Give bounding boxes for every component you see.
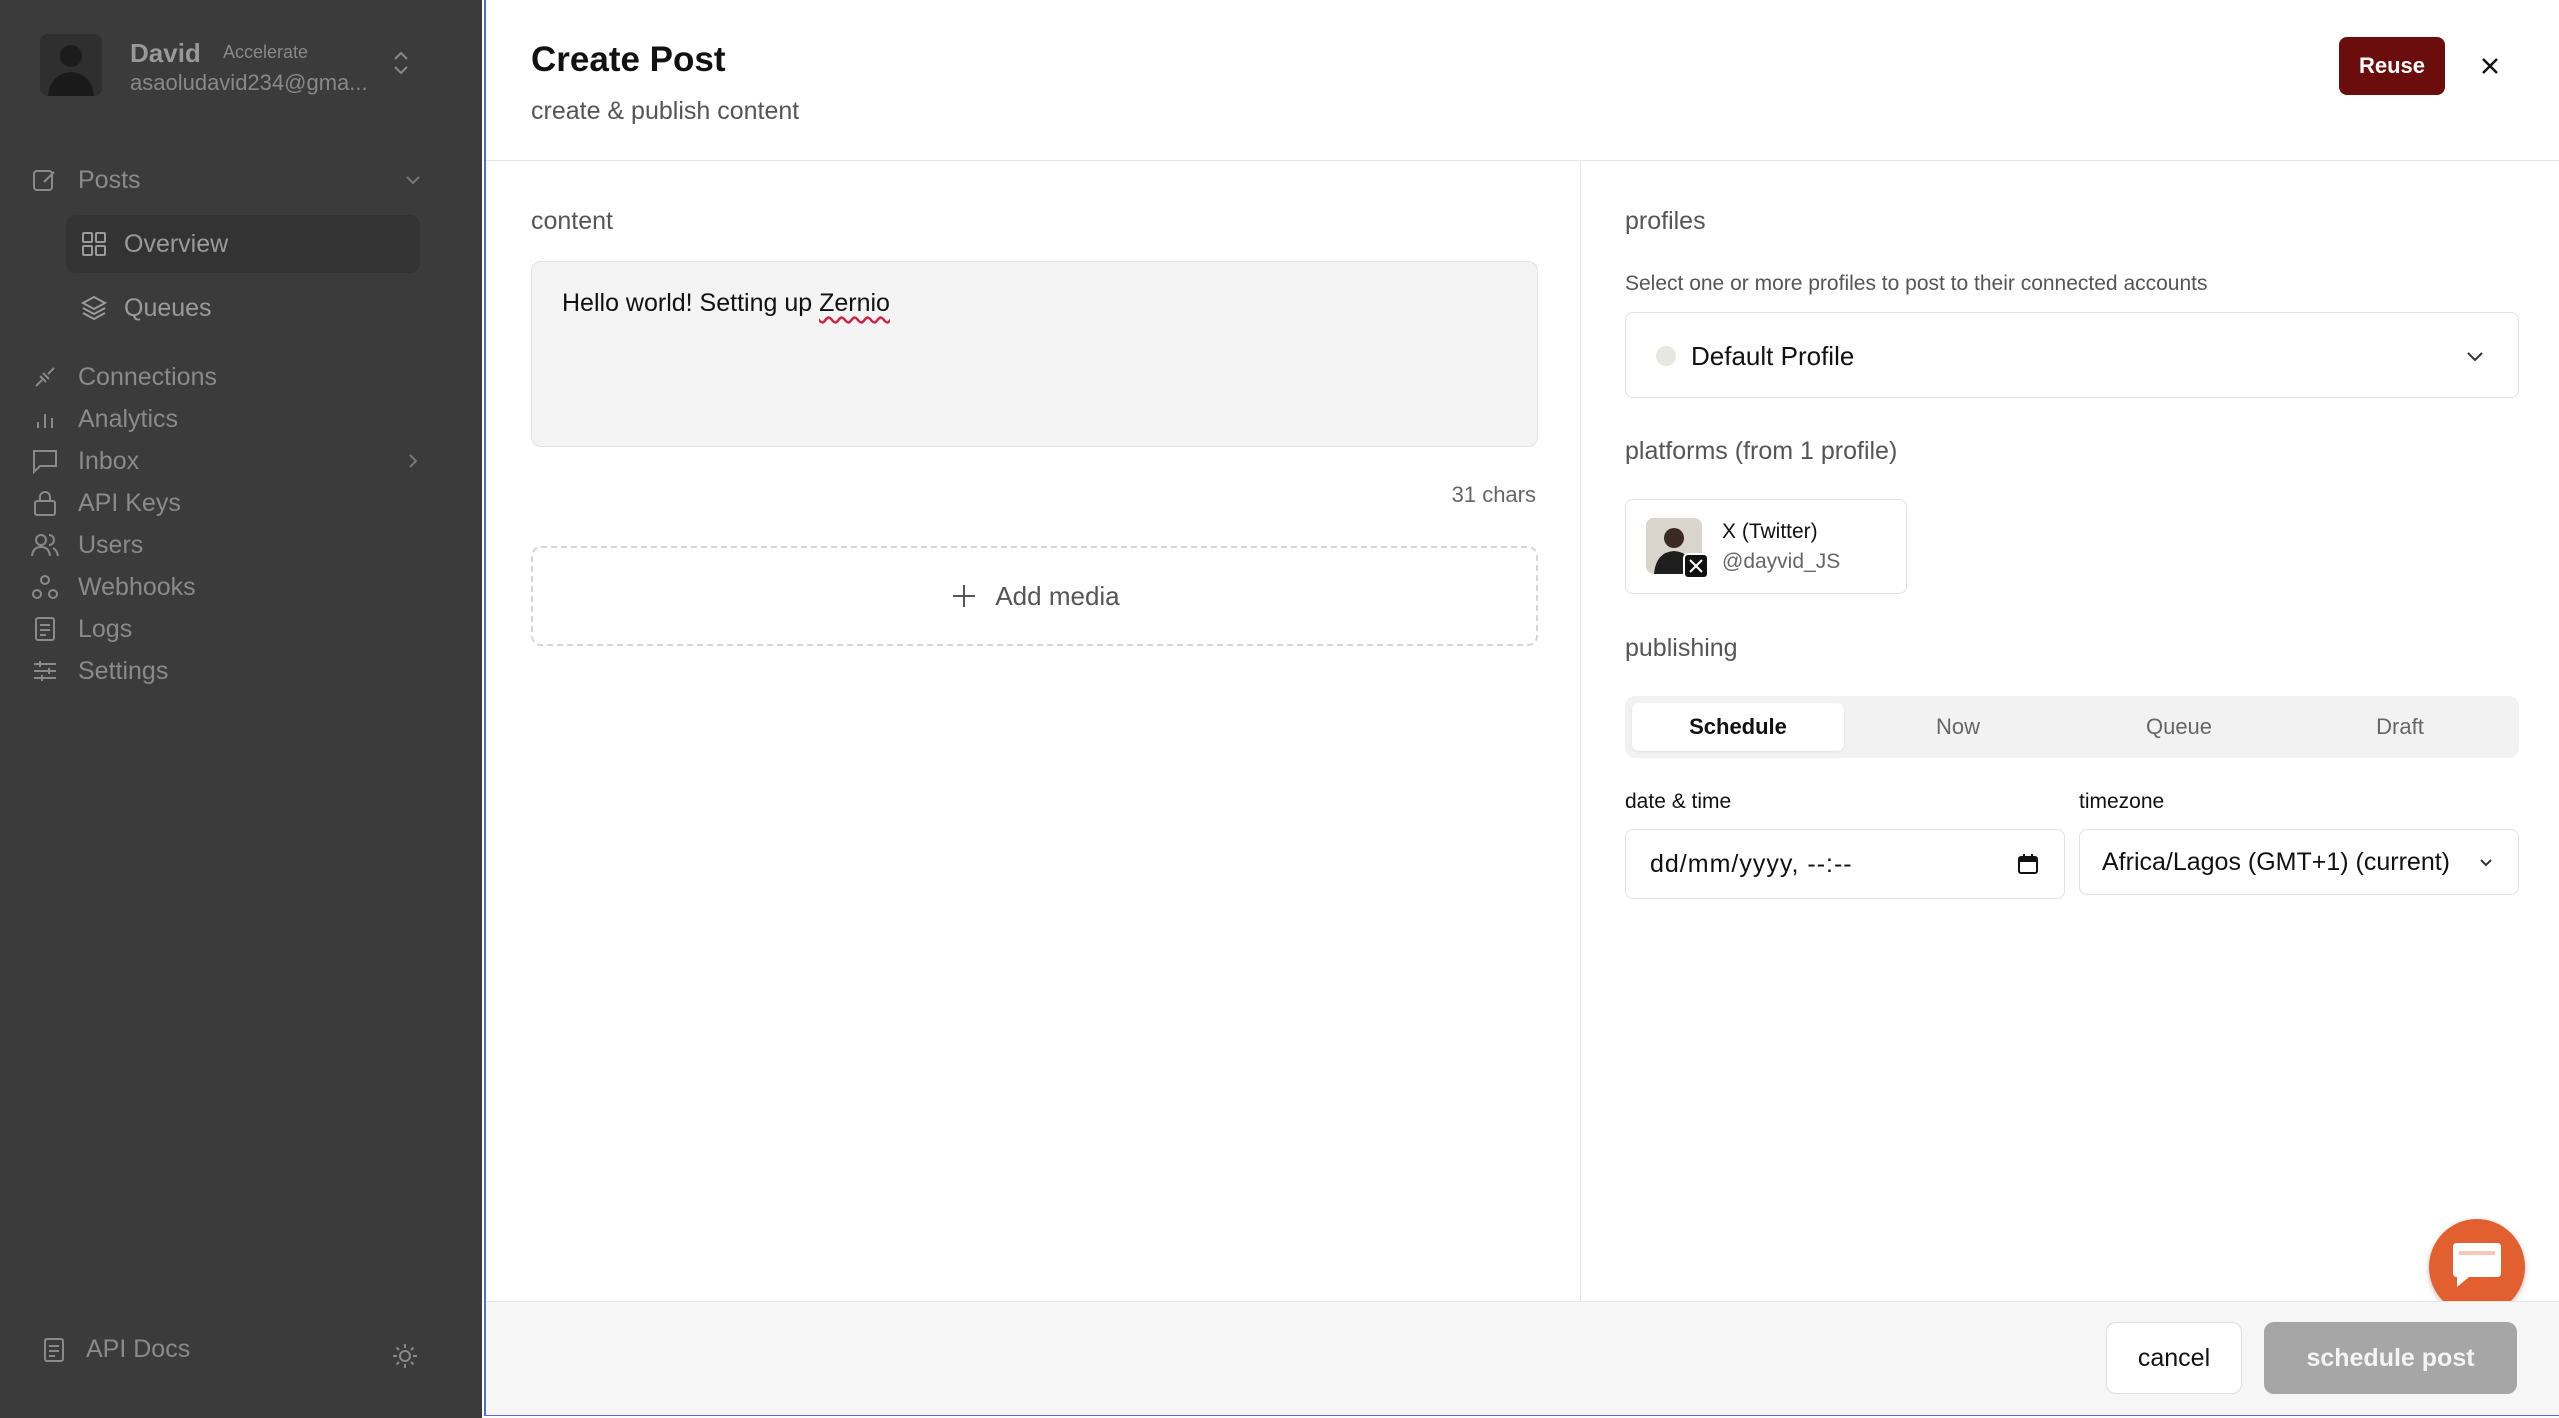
sidebar-item-label: Inbox	[78, 446, 140, 475]
sidebar-item-connections[interactable]: Connections	[30, 355, 217, 399]
file-text-icon	[35, 617, 55, 641]
chat-icon	[2453, 1243, 2501, 1287]
edit-icon	[33, 170, 55, 191]
chevron-down-icon	[2467, 352, 2483, 362]
plus-icon	[953, 585, 976, 607]
users-icon	[31, 534, 59, 557]
sliders-icon	[34, 661, 56, 681]
publishing-label: publishing	[1625, 634, 1738, 662]
char-count: 31 chars	[1451, 482, 1536, 507]
sidebar-item-label: Posts	[78, 165, 141, 194]
x-logo-icon	[1683, 553, 1709, 579]
platform-handle: @dayvid_JS	[1722, 550, 1841, 573]
column-divider	[1580, 161, 1581, 1301]
content-textarea[interactable]: Hello world! Setting up Zernio	[531, 261, 1538, 447]
content-label: content	[531, 207, 614, 235]
api-docs-label: API Docs	[86, 1335, 191, 1363]
sidebar-item-label: Webhooks	[78, 572, 196, 601]
sidebar-item-label: Queues	[124, 293, 212, 322]
tab-now[interactable]: Now	[1852, 703, 2064, 751]
timezone-select[interactable]: Africa/Lagos (GMT+1) (current)	[2079, 829, 2519, 895]
message-icon	[33, 450, 57, 475]
sidebar-item-label: Logs	[78, 614, 133, 643]
platforms-label: platforms (from 1 profile)	[1625, 437, 1898, 465]
lock-icon	[34, 491, 56, 516]
sun-icon[interactable]	[390, 1341, 420, 1371]
platform-card-x[interactable]: X (Twitter) @dayvid_JS	[1625, 499, 1907, 594]
close-icon[interactable]	[2474, 50, 2506, 82]
plug-icon	[35, 367, 55, 387]
add-media-label: Add media	[995, 580, 1120, 611]
sidebar-item-label: Overview	[124, 229, 229, 258]
header-divider	[486, 160, 2559, 161]
profile-color-dot	[1656, 346, 1676, 366]
profile-select[interactable]: Default Profile	[1625, 312, 2519, 398]
timezone-value: Africa/Lagos (GMT+1) (current)	[2102, 848, 2451, 876]
sidebar-item-inbox[interactable]: Inbox	[30, 439, 425, 483]
profile-selected-value: Default Profile	[1691, 341, 1855, 371]
reuse-button[interactable]: Reuse	[2339, 37, 2445, 95]
layers-icon	[80, 295, 108, 321]
chevron-down-icon	[406, 176, 420, 185]
profiles-hint: Select one or more profiles to post to t…	[1625, 272, 2208, 295]
sidebar-item-label: Settings	[78, 656, 169, 685]
sidebar: David Accelerate asaoludavid234@gma... P…	[0, 0, 482, 1418]
sidebar-item-posts[interactable]: Posts	[30, 158, 425, 202]
tab-schedule[interactable]: Schedule	[1632, 703, 1844, 751]
content-text-plain: Hello world! Setting up	[562, 289, 820, 317]
dialog-subtitle: create & publish content	[531, 97, 800, 125]
sidebar-item-label: Connections	[78, 362, 217, 391]
sidebar-item-logs[interactable]: Logs	[30, 607, 132, 651]
publishing-tabs: Schedule Now Queue Draft	[1625, 696, 2519, 758]
bar-chart-icon	[37, 414, 53, 428]
api-docs-link[interactable]: API Docs	[40, 1335, 190, 1364]
timezone-label: timezone	[2079, 790, 2165, 813]
webhook-icon	[32, 575, 58, 599]
user-name: David	[130, 38, 201, 68]
sidebar-item-api-keys[interactable]: API Keys	[30, 481, 181, 525]
chevron-up-down-icon	[394, 51, 408, 75]
date-time-input[interactable]: dd/mm/yyyy, --:--	[1625, 829, 2065, 899]
tab-queue[interactable]: Queue	[2073, 703, 2285, 751]
sidebar-item-webhooks[interactable]: Webhooks	[30, 565, 196, 609]
calendar-icon[interactable]	[2016, 852, 2040, 876]
platform-name: X (Twitter)	[1722, 520, 1818, 543]
user-email: asaoludavid234@gma...	[130, 70, 368, 95]
content-text: Hello world! Setting up Zernio	[562, 289, 890, 318]
plan-badge: Accelerate	[223, 42, 309, 62]
sidebar-item-label: Users	[78, 530, 144, 559]
schedule-post-button[interactable]: schedule post	[2264, 1322, 2517, 1394]
avatar	[40, 34, 102, 96]
grid-icon	[82, 232, 106, 256]
profiles-label: profiles	[1625, 207, 1706, 235]
sidebar-item-label: Analytics	[78, 404, 179, 433]
add-media-button[interactable]: Add media	[531, 546, 1538, 646]
sidebar-footer: API Docs	[40, 1335, 420, 1379]
chevron-down-icon	[2480, 859, 2492, 867]
sidebar-item-label: API Keys	[78, 488, 181, 517]
tab-draft[interactable]: Draft	[2294, 703, 2506, 751]
sidebar-item-queues[interactable]: Queues	[66, 279, 420, 337]
cancel-button[interactable]: cancel	[2106, 1322, 2242, 1394]
chevron-right-icon	[409, 454, 418, 468]
date-time-placeholder: dd/mm/yyyy, --:--	[1650, 850, 1853, 878]
dialog-title: Create Post	[531, 40, 726, 79]
create-post-dialog: Create Post create & publish content Reu…	[484, 0, 2559, 1416]
document-icon	[44, 1337, 64, 1362]
sidebar-item-users[interactable]: Users	[30, 523, 143, 567]
spellcheck-word: Zernio	[819, 289, 890, 317]
sidebar-item-overview[interactable]: Overview	[66, 215, 420, 273]
user-switcher[interactable]: David Accelerate asaoludavid234@gma...	[40, 30, 420, 100]
sidebar-item-analytics[interactable]: Analytics	[30, 397, 178, 441]
dialog-footer: cancel schedule post	[486, 1301, 2559, 1415]
date-time-label: date & time	[1625, 790, 1732, 813]
sidebar-item-settings[interactable]: Settings	[30, 649, 168, 693]
